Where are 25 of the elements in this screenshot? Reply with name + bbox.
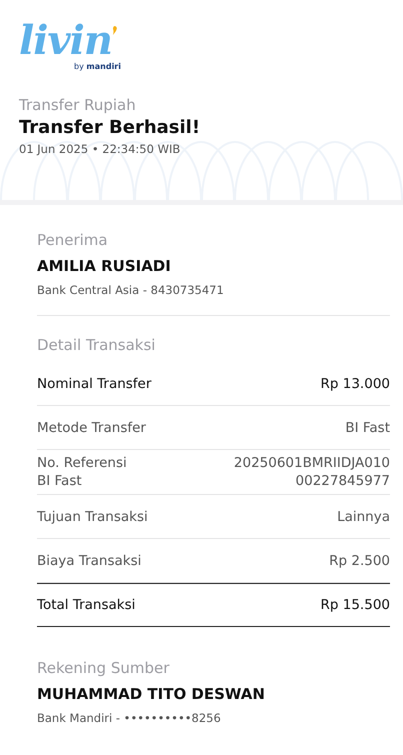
detail-label: Tujuan Transaksi bbox=[37, 508, 148, 526]
status-title: Transfer Berhasil! bbox=[19, 117, 202, 138]
timestamp: 01 Jun 2025 • 22:34:50 WIB bbox=[19, 142, 182, 156]
recipient-account: Bank Central Asia - 8430735471 bbox=[37, 283, 225, 297]
detail-value: Rp 2.500 bbox=[329, 552, 390, 570]
detail-label: Total Transaksi bbox=[37, 596, 136, 614]
accent-mark-icon bbox=[112, 26, 118, 35]
section-heading: Rekening Sumber bbox=[37, 659, 170, 677]
detail-value: Rp 15.500 bbox=[320, 596, 390, 614]
detail-value: Lainnya bbox=[337, 508, 390, 526]
recipient-name: AMILIA RUSIADI bbox=[37, 257, 172, 275]
detail-value: 20250601BMRIIDJA010 00227845977 bbox=[234, 454, 390, 490]
logo-wordmark: livin bbox=[19, 18, 112, 64]
detail-label: Biaya Transaksi bbox=[37, 552, 142, 570]
section-heading: Detail Transaksi bbox=[37, 336, 156, 354]
sender-name: MUHAMMAD TITO DESWAN bbox=[37, 685, 266, 703]
detail-label: Nominal Transfer bbox=[37, 374, 152, 392]
logo-tagline: by mandiri bbox=[74, 62, 121, 71]
transfer-category: Transfer Rupiah bbox=[19, 96, 137, 114]
detail-value: Rp 13.000 bbox=[320, 374, 390, 392]
detail-label: No. Referensi BI Fast bbox=[37, 454, 127, 490]
section-heading: Penerima bbox=[37, 231, 109, 249]
detail-label: Metode Transfer bbox=[37, 418, 146, 436]
sender-account: Bank Mandiri - ••••••••••8256 bbox=[37, 711, 222, 725]
detail-value: BI Fast bbox=[345, 418, 390, 436]
